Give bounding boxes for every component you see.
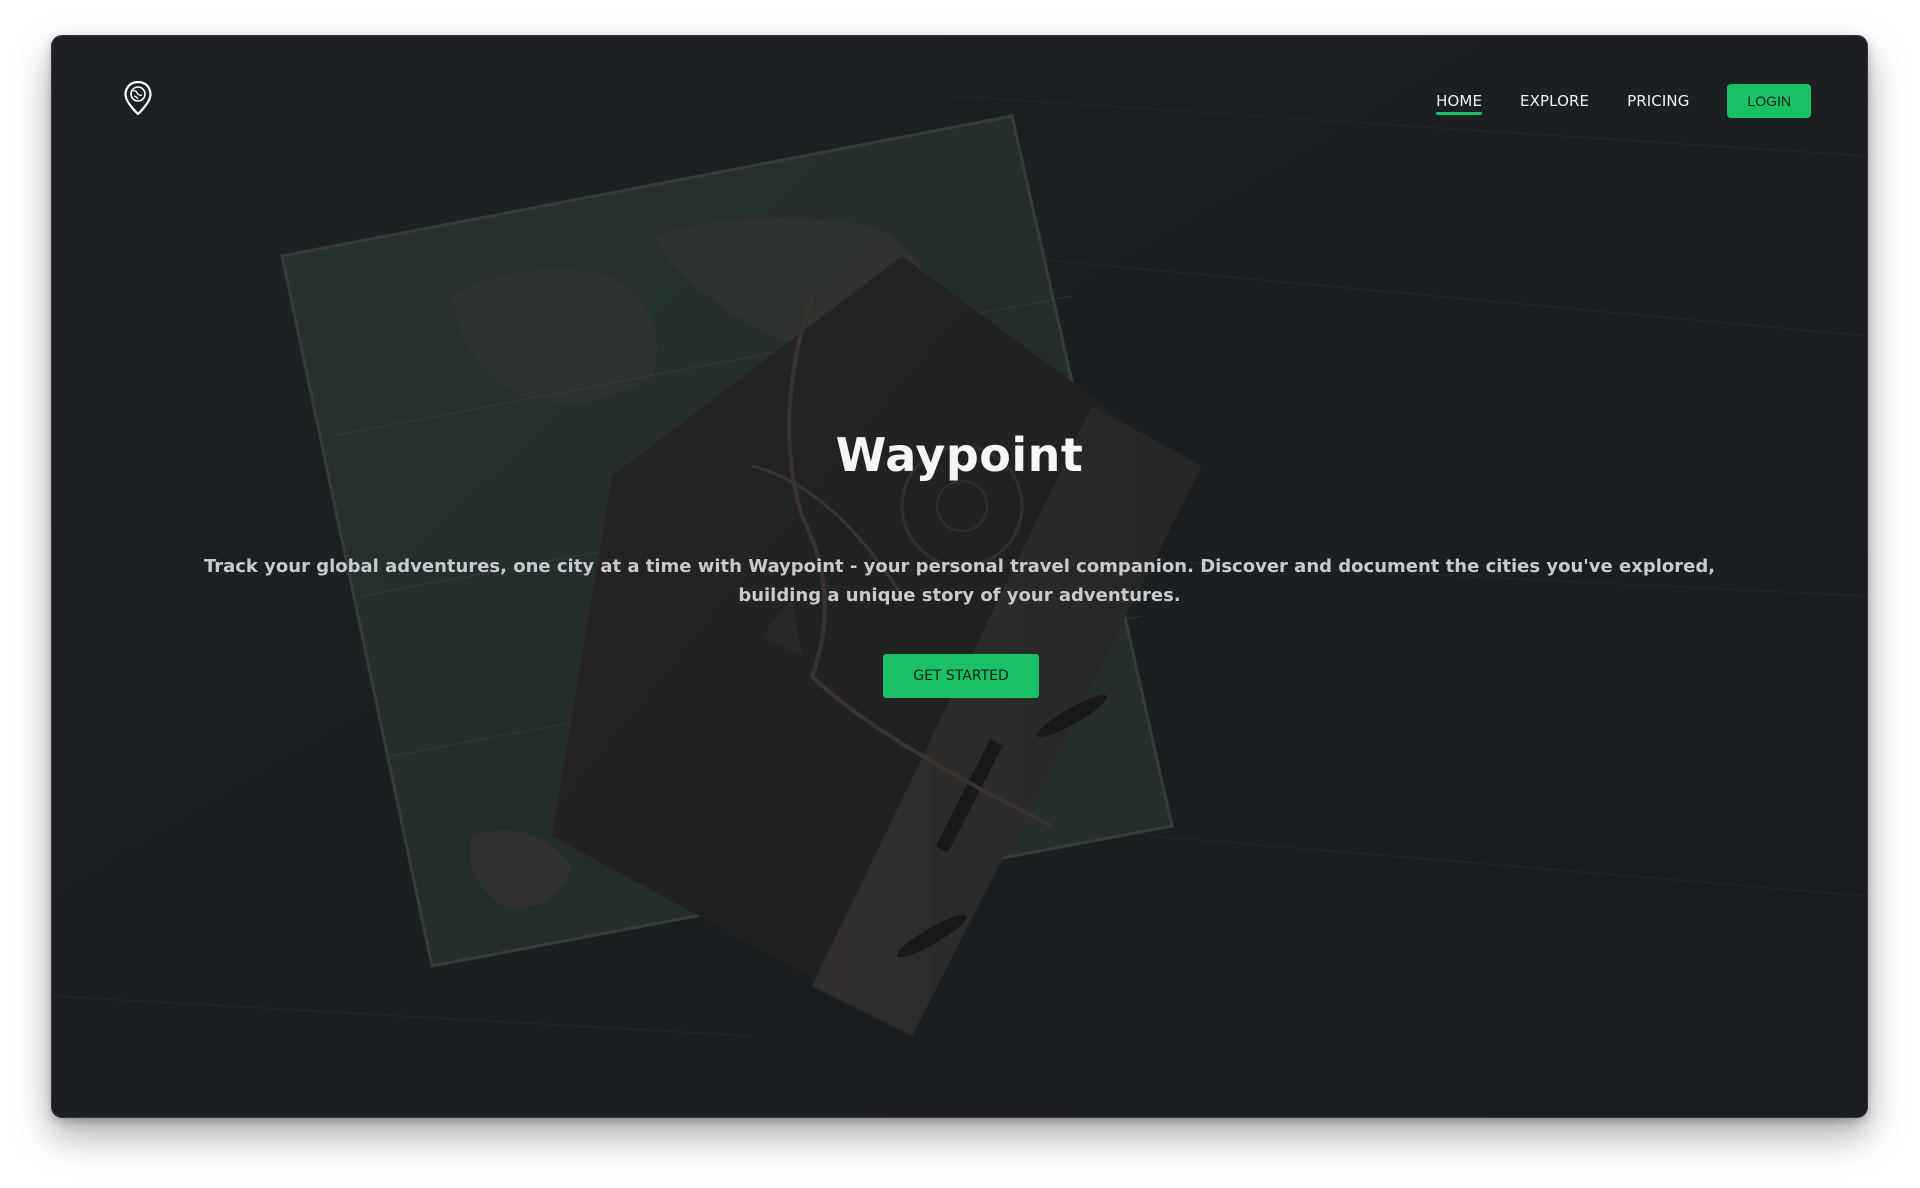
- browser-window: HOME EXPLORE PRICING LOGIN Waypoint Trac…: [51, 35, 1868, 1118]
- main-nav: HOME EXPLORE PRICING LOGIN: [1436, 84, 1811, 118]
- hero-title: Waypoint: [835, 428, 1084, 482]
- map-pin-globe-icon[interactable]: [124, 81, 152, 115]
- hero-description: Track your global adventures, one city a…: [203, 556, 1716, 606]
- get-started-button[interactable]: GET STARTED: [883, 654, 1039, 698]
- nav-pricing[interactable]: PRICING: [1627, 88, 1689, 114]
- nav-explore[interactable]: EXPLORE: [1520, 88, 1589, 114]
- nav-home[interactable]: HOME: [1436, 88, 1482, 115]
- login-button[interactable]: LOGIN: [1727, 84, 1811, 118]
